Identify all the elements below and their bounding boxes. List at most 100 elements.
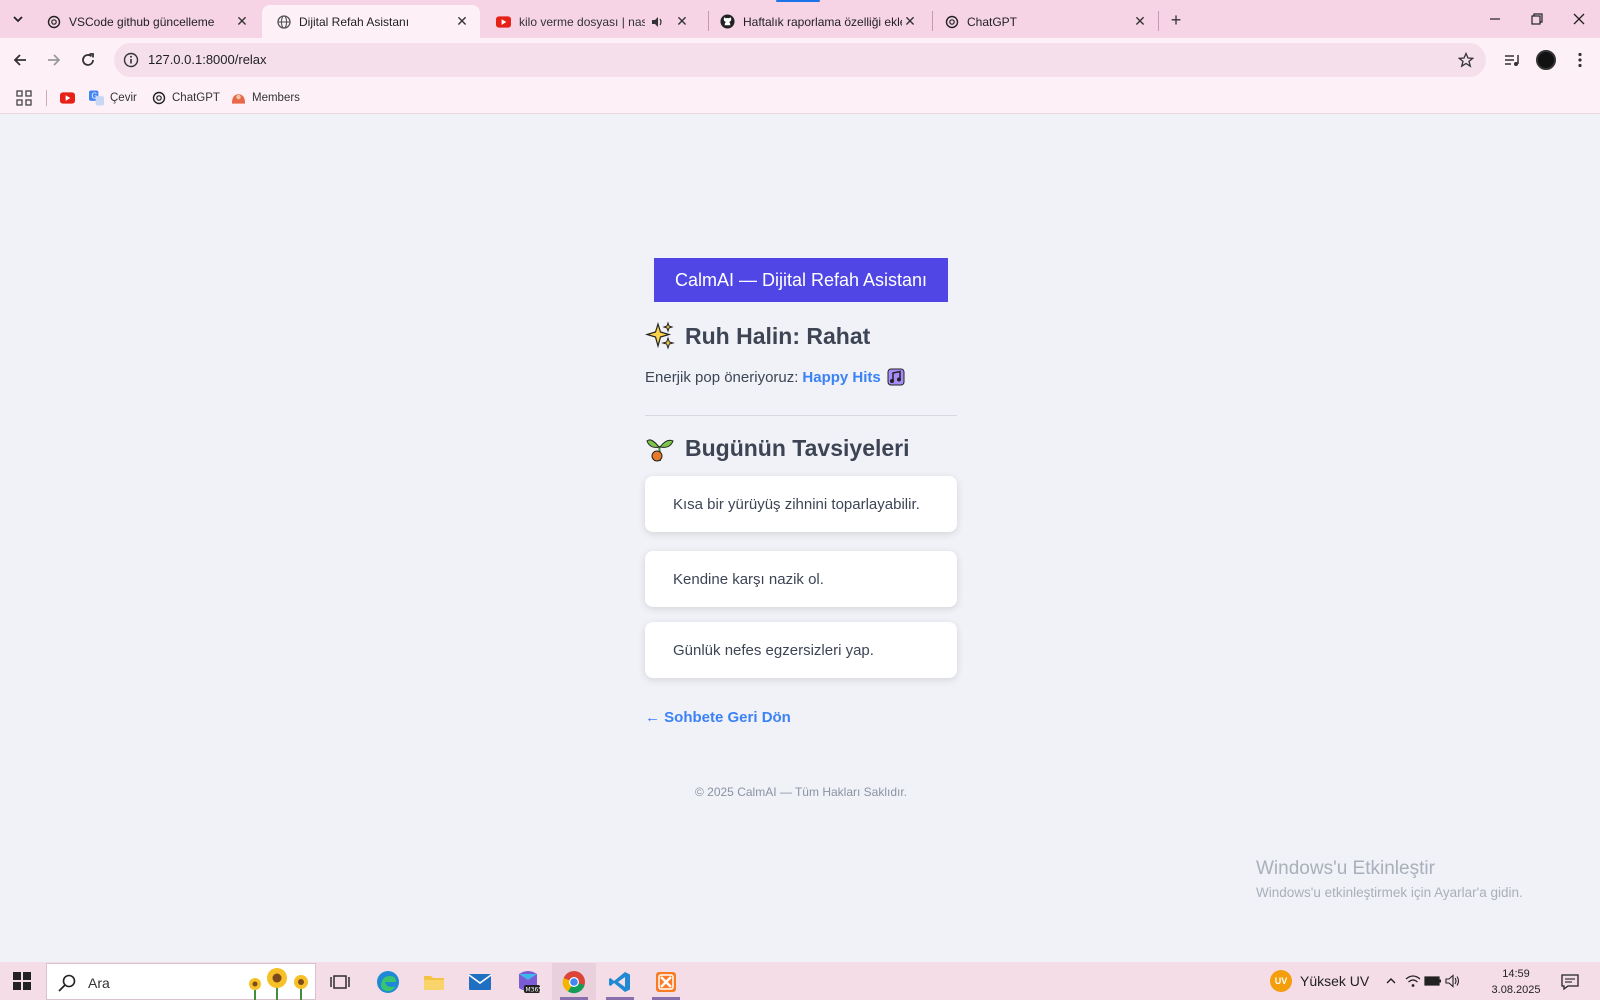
chrome-app[interactable] [552,963,596,1000]
chrome-icon [562,970,585,993]
back-to-chat-link[interactable]: ← Sohbete Geri Dön [645,709,791,726]
vscode-icon [609,971,630,992]
notification-icon [1561,974,1579,991]
m365-app[interactable]: M365 [506,963,550,1000]
xampp-app[interactable] [644,963,688,1000]
tab-vscode[interactable]: VSCode github güncelleme ✕ [32,5,260,38]
tip-text: Kısa bir yürüyüş zihnini toparlayabilir. [673,495,920,513]
apps-grid-icon [16,90,32,106]
reload-icon [82,53,94,66]
weather-widget[interactable]: UV Yüksek UV [1270,970,1369,992]
media-controls-button[interactable] [1498,46,1526,74]
xampp-icon [656,971,676,992]
taskbar-search[interactable]: Ara [46,963,316,1000]
close-icon[interactable]: ✕ [674,13,690,30]
restore-icon [1531,13,1543,25]
start-button[interactable] [12,971,32,991]
battery-button[interactable] [1424,972,1442,990]
vscode-app[interactable] [598,963,642,1000]
restore-button[interactable] [1514,0,1560,38]
network-button[interactable] [1404,972,1422,990]
bookmark-members[interactable]: Members [231,88,300,108]
tab-youtube[interactable]: kilo verme dosyası | nasıl 50 ✕ [482,5,700,38]
chatgpt-icon [46,14,61,29]
translate-icon: G [89,90,104,106]
file-explorer-app[interactable] [412,963,456,1000]
bookmark-star-icon[interactable] [1456,50,1476,70]
address-bar[interactable]: 127.0.0.1:8000/relax [114,43,1486,77]
close-icon[interactable]: ✕ [454,13,470,30]
plus-icon: + [1170,9,1182,30]
close-icon[interactable]: ✕ [234,13,250,30]
battery-icon [1424,976,1441,986]
task-view-button[interactable] [318,963,362,1000]
back-button[interactable] [6,46,34,74]
site-info-icon[interactable] [122,51,140,69]
clock-time: 14:59 [1502,968,1530,980]
clock-date: 3.08.2025 [1491,984,1541,996]
apps-button[interactable] [16,88,32,108]
system-clock[interactable]: 14:59 3.08.2025 [1486,966,1546,998]
sunflower-icon [249,968,308,1000]
bookmark-label: Members [252,92,300,104]
tab-github[interactable]: Haftalık raporlama özelliği ekle ✕ [706,5,928,38]
mail-icon [468,973,492,990]
suggestion-text: Enerjik pop öneriyoruz: [645,368,799,386]
minimize-button[interactable] [1472,0,1518,38]
bookmark-youtube[interactable] [60,88,81,108]
watermark-title: Windows'u Etkinleştir [1256,858,1435,879]
bookmarks-bar: G Çevir ChatGPT Members [0,82,1600,114]
youtube-icon [60,91,75,106]
edge-app[interactable] [366,963,410,1000]
close-window-button[interactable] [1556,0,1600,38]
browser-menu-button[interactable] [1566,46,1594,74]
music-suggestion: Enerjik pop öneriyoruz: Happy Hits [645,368,905,386]
page-footer: © 2025 CalmAI — Tüm Hakları Saklıdır. [694,785,908,799]
show-hidden-icons-button[interactable] [1382,972,1400,990]
github-icon [720,14,735,29]
windows-logo-icon [13,972,31,990]
volume-button[interactable] [1444,972,1462,990]
mood-heading: Ruh Halin: Rahat [685,322,871,349]
tab-title: ChatGPT [967,14,1018,29]
tab-title: Haftalık raporlama özelliği ekle [743,14,902,29]
happy-hits-link[interactable]: Happy Hits [802,369,880,386]
youtube-icon [496,14,511,29]
tip-card: Günlük nefes egzersizleri yap. [645,622,957,678]
section-divider [645,415,957,416]
tab-chatgpt[interactable]: ChatGPT ✕ [930,5,1158,38]
bookmark-cevir[interactable]: G Çevir [89,88,137,108]
tab-dijital-refah[interactable]: Dijital Refah Asistanı ✕ [262,5,480,38]
minimize-icon [1490,18,1500,20]
new-tab-button[interactable]: + [1164,8,1188,32]
notifications-button[interactable] [1560,972,1580,992]
bookmarks-separator [46,90,47,106]
folder-icon [424,975,444,990]
watermark-subtitle: Windows'u etkinleştirmek için Ayarlar'a … [1256,885,1523,900]
url-text[interactable]: 127.0.0.1:8000/relax [148,52,267,67]
close-icon[interactable]: ✕ [1132,13,1148,30]
edge-icon [377,970,399,993]
profile-button[interactable] [1532,46,1560,74]
close-icon[interactable]: ✕ [902,13,918,30]
loading-indicator [776,0,820,2]
speaker-icon[interactable] [649,14,664,29]
mail-app[interactable] [458,963,502,1000]
arrow-right-icon [48,54,61,66]
reload-button[interactable] [74,46,102,74]
tab-search-button[interactable] [6,7,30,31]
tips-heading-row: Bugünün Tavsiyeleri [645,432,910,464]
m365-icon: M365 [519,970,541,993]
tip-text: Günlük nefes egzersizleri yap. [673,641,874,659]
forward-button[interactable] [40,46,68,74]
tab-title: kilo verme dosyası | nasıl 50 [519,14,645,29]
search-placeholder: Ara [88,975,110,991]
chatgpt-icon [944,14,959,29]
chevron-up-icon [1386,978,1396,984]
browser-toolbar: 127.0.0.1:8000/relax [0,38,1600,82]
bookmark-chatgpt[interactable]: ChatGPT [151,88,220,108]
close-icon [1573,13,1585,25]
bookmark-label: ChatGPT [172,92,220,104]
globe-icon [276,14,291,29]
sparkles-icon [645,321,675,350]
